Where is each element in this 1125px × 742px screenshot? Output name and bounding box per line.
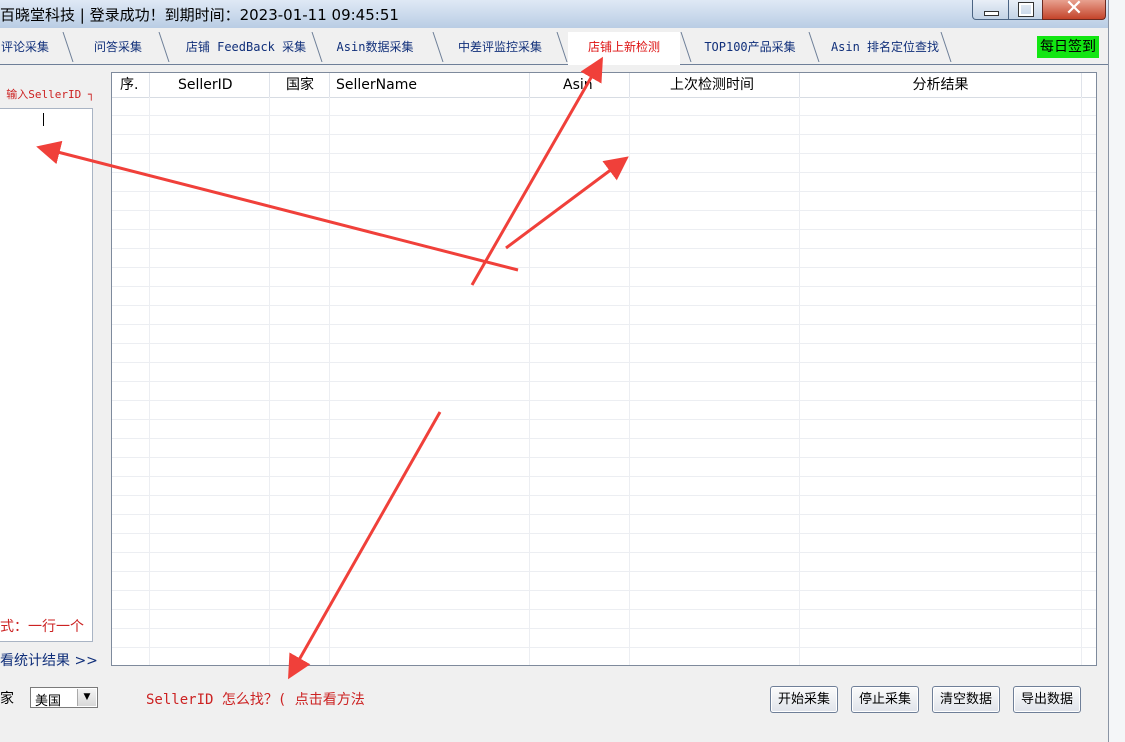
column-header-asin[interactable]: Asin [530,73,630,97]
close-button[interactable]: ✕ [1042,0,1106,21]
tab-qa-collect[interactable]: 问答采集 [76,32,160,62]
title-bar: 百晓堂科技 | 登录成功！到期时间：2023-01-11 09:45:51 ✕ [0,0,1108,28]
column-header-sellername[interactable]: SellerName [330,73,530,97]
column-gridline [149,97,150,665]
tab-top100-collect[interactable]: TOP100产品采集 [694,32,806,62]
tab-divider [940,32,952,62]
app-window: 百晓堂科技 | 登录成功！到期时间：2023-01-11 09:45:51 ✕ … [0,0,1108,742]
tab-divider [311,32,323,62]
tab-divider [158,32,170,62]
column-header-sellerid[interactable]: SellerID [150,73,270,97]
column-gridline [529,97,530,665]
minimize-button[interactable] [972,0,1009,20]
view-stats-link[interactable]: 查看统计结果 >> [0,650,98,670]
left-panel: ┌ 输入SellerID ┐ 格式：一行一个 查看统计结果 >> 国家 美国 ▼ [0,70,110,742]
daily-signin-button[interactable]: 每日签到 [1037,36,1099,58]
background-window-edge [1108,0,1125,742]
column-header-last-check-time[interactable]: 上次检测时间 [630,73,800,97]
maximize-icon [1018,2,1034,17]
window-title: 百晓堂科技 | 登录成功！到期时间：2023-01-11 09:45:51 [0,6,399,24]
column-gridline [1081,97,1082,665]
column-header-country[interactable]: 国家 [270,73,330,97]
grid-body [112,97,1096,665]
maximize-button[interactable] [1008,0,1043,20]
country-selected-value: 美国 [35,694,62,709]
how-to-find-sellerid-link[interactable]: SellerID 怎么找？( 点击看方法 [146,689,365,709]
start-collect-button[interactable]: 开始采集 [770,686,838,713]
text-caret [43,113,44,126]
format-hint: 格式：一行一个 [0,619,84,635]
tab-store-new-listing[interactable]: 店铺上新检测 [568,32,680,65]
grid-header: 序. SellerID 国家 SellerName Asin 上次检测时间 分析… [112,73,1096,98]
tab-asin-collect[interactable]: Asin数据采集 [325,32,425,62]
chevron-down-icon[interactable]: ▼ [77,689,96,706]
sellerid-caption: ┌ 输入SellerID ┐ [0,88,95,101]
tab-asin-rank-lookup[interactable]: Asin 排名定位查找 [822,32,948,62]
column-header-index[interactable]: 序. [112,73,150,97]
close-icon: ✕ [1064,0,1084,21]
country-select[interactable]: 美国 ▼ [30,687,98,709]
export-data-button[interactable]: 导出数据 [1013,686,1081,713]
column-gridline [629,97,630,665]
column-header-analysis-result[interactable]: 分析结果 [800,73,1082,97]
column-gridline [329,97,330,665]
column-gridline [269,97,270,665]
results-grid[interactable]: 序. SellerID 国家 SellerName Asin 上次检测时间 分析… [111,72,1097,666]
tab-feedback-collect[interactable]: 店铺 FeedBack 采集 [172,32,320,62]
tab-divider [62,32,74,62]
column-gridline [799,97,800,665]
tab-divider [556,32,568,62]
tab-divider [808,32,820,62]
tab-divider [680,32,692,62]
tab-divider [432,32,444,62]
clear-data-button[interactable]: 清空数据 [932,686,1000,713]
minimize-icon [984,11,999,16]
tab-review-collect[interactable]: 评论采集 [0,32,64,62]
tab-strip: 评论采集 问答采集 店铺 FeedBack 采集 Asin数据采集 中差评监控采… [0,30,1108,65]
sellerid-input[interactable] [0,108,93,642]
tab-bad-review-monitor[interactable]: 中差评监控采集 [446,32,554,62]
country-label: 国家 [0,691,14,707]
stop-collect-button[interactable]: 停止采集 [851,686,919,713]
